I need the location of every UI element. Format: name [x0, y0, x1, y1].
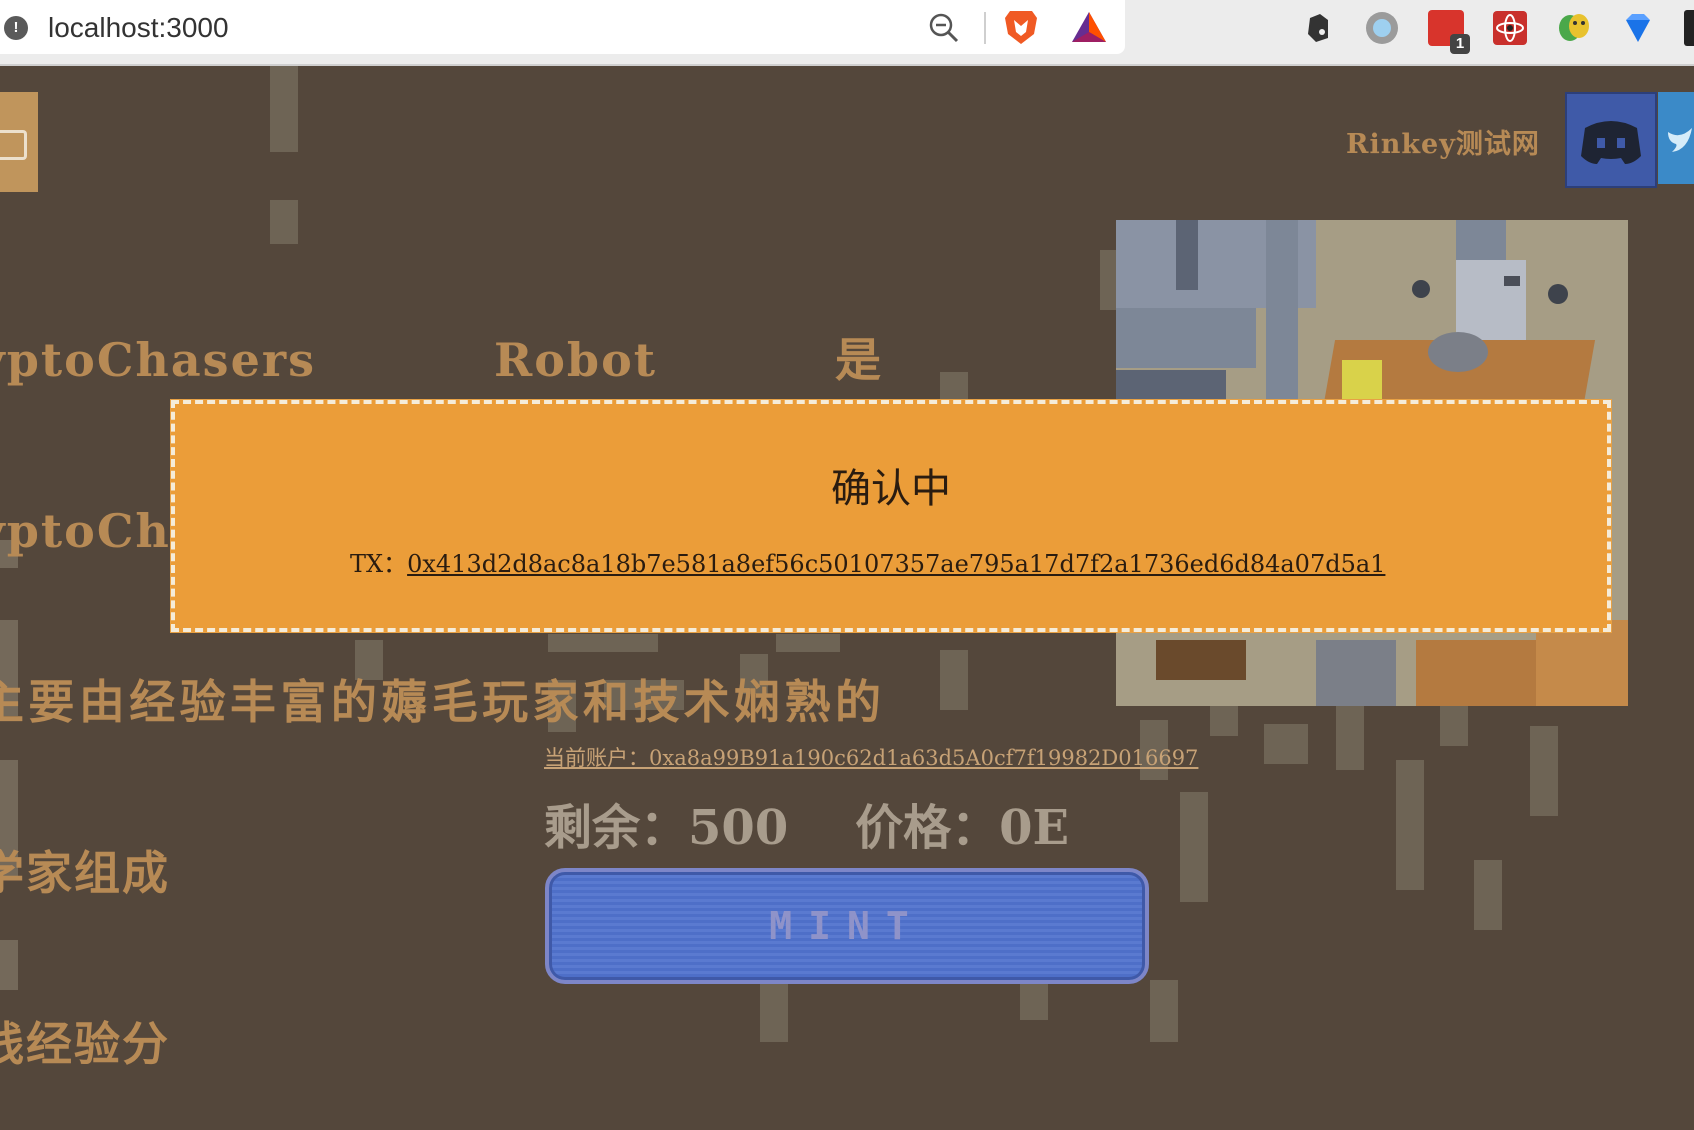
- info-icon[interactable]: !: [4, 16, 28, 40]
- circle-extension-icon[interactable]: [1364, 10, 1400, 46]
- modal-title: 确认中: [831, 466, 951, 512]
- theater-masks-icon[interactable]: [1556, 10, 1592, 46]
- site-logo[interactable]: [0, 92, 38, 192]
- project-description: yptoChasers Robot 是 yptoChasers社区的第一个NFT…: [0, 218, 883, 1130]
- extension-overflow-icon[interactable]: [1684, 10, 1694, 46]
- toolbar-divider: [984, 12, 986, 44]
- network-label: Rinkey测试网: [1346, 129, 1540, 160]
- account-label: 当前账户：: [544, 746, 649, 770]
- mint-button[interactable]: MINT: [545, 868, 1149, 984]
- description-line: 主要由经验丰富的薅毛玩家和技术娴熟的: [0, 675, 883, 729]
- transaction-confirming-modal: 确认中 TX：0x413d2d8ac8a18b7e581a8ef56c50107…: [171, 400, 1611, 632]
- address-bar[interactable]: ! localhost:3000: [0, 0, 1125, 54]
- discord-button[interactable]: [1565, 92, 1657, 188]
- remaining-value: 500: [688, 800, 789, 856]
- current-account-link[interactable]: 当前账户：0xa8a99B91a190c62d1a63d5A0cf7f19982…: [544, 742, 1198, 772]
- mint-stats: 剩余：500 价格：0E: [544, 788, 1069, 858]
- price-value: 0E: [999, 800, 1070, 856]
- description-line: yptoChasers Robot 是: [0, 333, 883, 387]
- tx-label: TX：: [350, 550, 408, 578]
- atom-extension-icon[interactable]: [1492, 10, 1528, 46]
- extension-badge: 1: [1450, 34, 1470, 54]
- evernote-icon[interactable]: [1300, 10, 1336, 46]
- account-address: 0xa8a99B91a190c62d1a63d5A0cf7f19982D0166…: [649, 746, 1199, 770]
- twitter-button[interactable]: [1658, 92, 1694, 184]
- remaining-label: 剩余：: [544, 800, 689, 856]
- discord-icon: [1581, 121, 1641, 164]
- url-text[interactable]: localhost:3000: [48, 12, 229, 44]
- bat-triangle-icon[interactable]: [1070, 10, 1108, 44]
- transaction-row: TX：0x413d2d8ac8a18b7e581a8ef56c50107357a…: [350, 544, 1385, 579]
- description-line: 践经验分: [0, 1017, 170, 1071]
- brave-lion-icon[interactable]: [1004, 8, 1038, 46]
- mint-button-label: MINT: [769, 904, 925, 948]
- diamond-extension-icon[interactable]: [1620, 10, 1656, 46]
- calendar-extension-icon[interactable]: 1: [1428, 10, 1470, 54]
- tx-hash-link[interactable]: 0x413d2d8ac8a18b7e581a8ef56c50107357ae79…: [407, 550, 1385, 578]
- zoom-out-icon[interactable]: [928, 12, 960, 44]
- browser-toolbar: ! localhost:3000 1: [0, 0, 1694, 66]
- twitter-icon: [1668, 128, 1692, 152]
- price-label: 价格：: [855, 800, 1000, 856]
